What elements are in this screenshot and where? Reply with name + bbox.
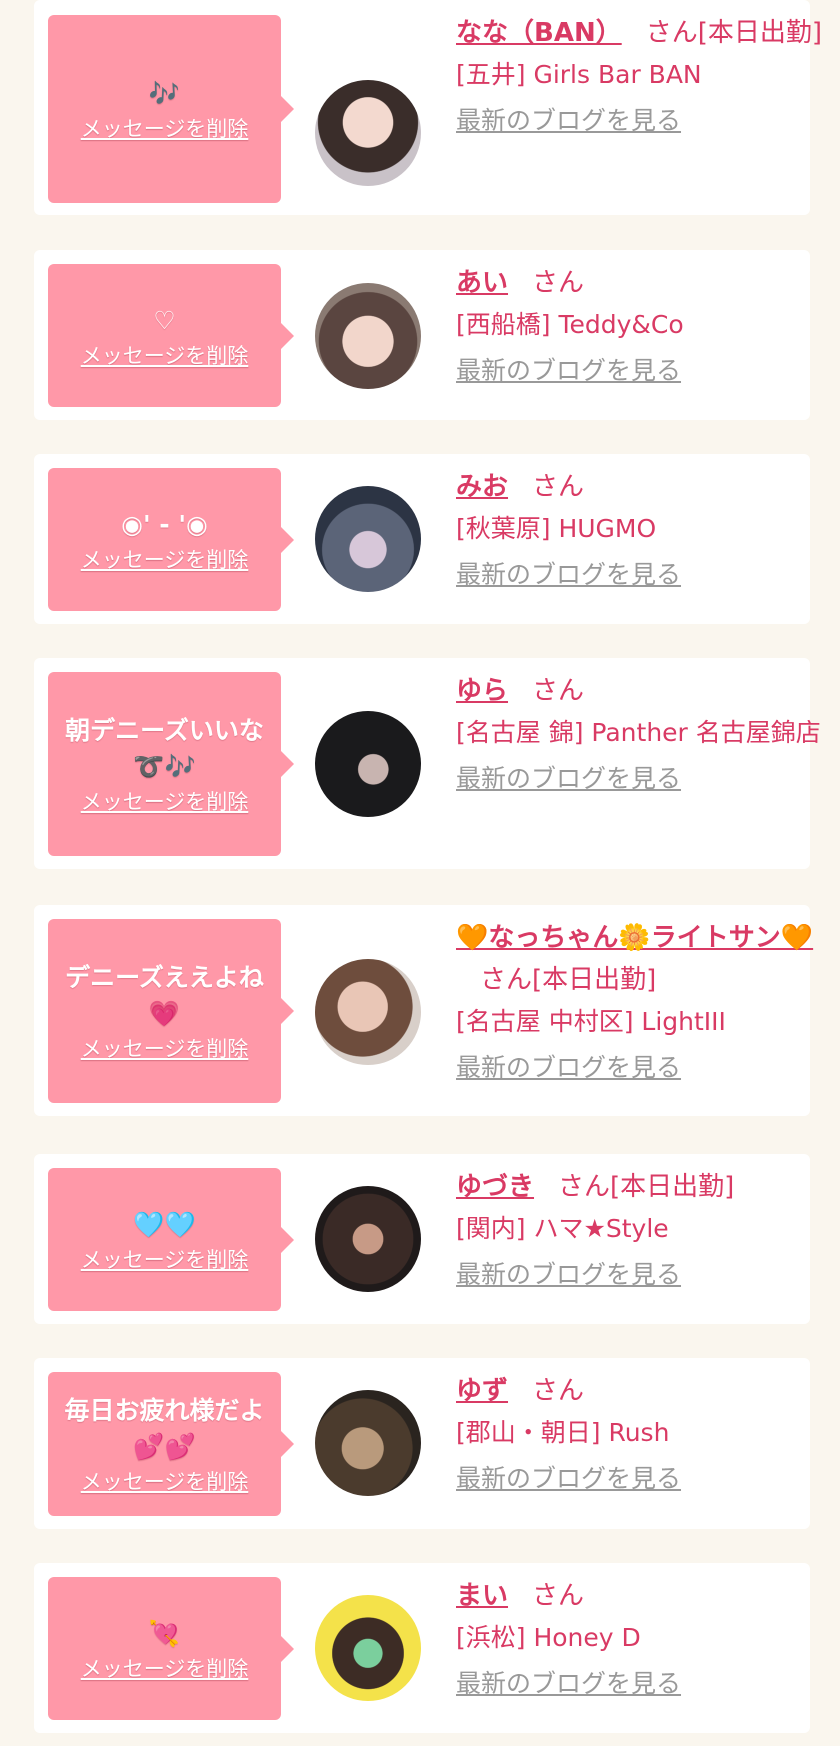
cast-info: みお さん [秋葉原] HUGMO 最新のブログを見る	[456, 466, 831, 594]
message-card: 🎶 メッセージを削除 なな（BAN） さん[本日出勤] [五井] Girls Ba…	[34, 0, 822, 215]
cast-info: なな（BAN） さん[本日出勤] [五井] Girls Bar BAN 最新のブロ…	[456, 12, 831, 140]
latest-blog-link[interactable]: 最新のブログを見る	[456, 1256, 681, 1294]
message-text: 朝デニーズいいな ➰🎶	[65, 716, 264, 781]
message-card: ◉' - '◉ メッセージを削除 みお さん [秋葉原] HUGMO 最新のブログ…	[34, 454, 810, 624]
message-text: 毎日お疲れ様だよ 💕💕	[64, 1396, 265, 1461]
cast-name-link[interactable]: なな（BAN）	[456, 18, 622, 48]
name-line: ゆず さん	[456, 1370, 831, 1412]
cast-info: あい さん [西船橋] Teddy&Co 最新のブログを見る	[456, 262, 831, 390]
message-text: 💘	[148, 1618, 181, 1648]
name-line: ゆづき さん[本日出勤]	[456, 1166, 831, 1208]
cast-name-link[interactable]: みお	[456, 472, 508, 502]
honorific-label: さん[本日出勤]	[645, 18, 822, 48]
message-card: デニーズええよね 💗 メッセージを削除 🧡なっちゃん🌼ライトサン🧡 さん[本日出勤…	[34, 905, 813, 1116]
shop-label: [名古屋 錦] Panther 名古屋錦店	[456, 718, 821, 747]
avatar[interactable]	[315, 80, 421, 186]
cast-name-link[interactable]: まい	[456, 1581, 508, 1611]
cast-info: ゆづき さん[本日出勤] [関内] ハマ★Style 最新のブログを見る	[456, 1166, 831, 1294]
honorific-label: さん	[532, 1376, 585, 1406]
delete-message-link[interactable]: メッセージを削除	[81, 1247, 249, 1273]
message-bubble: 🩵🩵 メッセージを削除	[48, 1168, 294, 1311]
name-line: ゆら さん	[456, 670, 831, 712]
latest-blog-link[interactable]: 最新のブログを見る	[456, 352, 681, 390]
message-card: 🩵🩵 メッセージを削除 ゆづき さん[本日出勤] [関内] ハマ★Style 最新…	[34, 1154, 810, 1324]
avatar[interactable]	[315, 959, 421, 1065]
message-text: ♡	[153, 305, 176, 335]
cast-name-link[interactable]: ゆら	[456, 676, 508, 706]
message-card: 💘 メッセージを削除 まい さん [浜松] Honey D 最新のブログを見る	[34, 1563, 810, 1733]
delete-message-link[interactable]: メッセージを削除	[81, 547, 249, 573]
latest-blog-link[interactable]: 最新のブログを見る	[456, 1049, 681, 1087]
avatar[interactable]	[315, 486, 421, 592]
avatar[interactable]	[315, 711, 421, 817]
delete-message-link[interactable]: メッセージを削除	[81, 1469, 249, 1495]
name-line: なな（BAN） さん[本日出勤]	[456, 12, 831, 54]
cast-info: ゆず さん [郡山・朝日] Rush 最新のブログを見る	[456, 1370, 831, 1498]
message-text: デニーズええよね 💗	[65, 963, 264, 1028]
cast-name-link[interactable]: ゆづき	[456, 1172, 534, 1202]
latest-blog-link[interactable]: 最新のブログを見る	[456, 1460, 681, 1498]
message-text: 🎶	[148, 79, 181, 108]
message-card: 朝デニーズいいな ➰🎶 メッセージを削除 ゆら さん [名古屋 錦] Panthe…	[34, 658, 821, 869]
message-bubble: ♡ メッセージを削除	[48, 264, 294, 407]
name-line: まい さん	[456, 1575, 831, 1617]
cast-info: ゆら さん [名古屋 錦] Panther 名古屋錦店 最新のブログを見る	[456, 670, 831, 798]
name-line: みお さん	[456, 466, 831, 508]
cast-name-link[interactable]: あい	[456, 268, 508, 298]
honorific-label: さん	[532, 1581, 585, 1611]
honorific-label: さん[本日出勤]	[480, 965, 657, 995]
shop-label: [秋葉原] HUGMO	[456, 514, 657, 543]
name-line: 🧡なっちゃん🌼ライトサン🧡 さん[本日出勤]	[456, 917, 831, 1001]
shop-label: [五井] Girls Bar BAN	[456, 60, 702, 89]
delete-message-link[interactable]: メッセージを削除	[81, 116, 249, 142]
avatar[interactable]	[315, 283, 421, 389]
shop-label: [名古屋 中村区] LightIII	[456, 1007, 726, 1036]
honorific-label: さん[本日出勤]	[558, 1172, 735, 1202]
cast-name-link[interactable]: ゆず	[456, 1376, 508, 1406]
avatar[interactable]	[315, 1595, 421, 1701]
message-bubble: 🎶 メッセージを削除	[48, 15, 294, 203]
delete-message-link[interactable]: メッセージを削除	[81, 1036, 249, 1062]
favorite-message-list: 🎶 メッセージを削除 なな（BAN） さん[本日出勤] [五井] Girls Ba…	[0, 0, 840, 1746]
message-card: 毎日お疲れ様だよ 💕💕 メッセージを削除 ゆず さん [郡山・朝日] Rush 最…	[34, 1358, 810, 1529]
name-line: あい さん	[456, 262, 831, 304]
message-bubble: ◉' - '◉ メッセージを削除	[48, 468, 294, 611]
latest-blog-link[interactable]: 最新のブログを見る	[456, 1665, 681, 1703]
delete-message-link[interactable]: メッセージを削除	[81, 789, 249, 815]
message-text: ◉' - '◉	[121, 509, 208, 539]
honorific-label: さん	[532, 676, 585, 706]
honorific-label: さん	[532, 472, 585, 502]
avatar[interactable]	[315, 1186, 421, 1292]
cast-name-link[interactable]: 🧡なっちゃん🌼ライトサン🧡	[456, 923, 813, 953]
cast-info: まい さん [浜松] Honey D 最新のブログを見る	[456, 1575, 831, 1703]
message-text: 🩵🩵	[133, 1209, 196, 1239]
shop-label: [郡山・朝日] Rush	[456, 1418, 670, 1447]
shop-label: [関内] ハマ★Style	[456, 1214, 669, 1243]
delete-message-link[interactable]: メッセージを削除	[81, 1656, 249, 1682]
avatar[interactable]	[315, 1390, 421, 1496]
delete-message-link[interactable]: メッセージを削除	[81, 343, 249, 369]
message-bubble: デニーズええよね 💗 メッセージを削除	[48, 919, 294, 1103]
cast-info: 🧡なっちゃん🌼ライトサン🧡 さん[本日出勤] [名古屋 中村区] LightIII…	[456, 917, 831, 1087]
shop-label: [浜松] Honey D	[456, 1623, 641, 1652]
message-bubble: 💘 メッセージを削除	[48, 1577, 294, 1720]
message-card: ♡ メッセージを削除 あい さん [西船橋] Teddy&Co 最新のブログを見る	[34, 250, 810, 420]
latest-blog-link[interactable]: 最新のブログを見る	[456, 760, 681, 798]
message-bubble: 毎日お疲れ様だよ 💕💕 メッセージを削除	[48, 1372, 294, 1516]
message-bubble: 朝デニーズいいな ➰🎶 メッセージを削除	[48, 672, 294, 856]
latest-blog-link[interactable]: 最新のブログを見る	[456, 556, 681, 594]
shop-label: [西船橋] Teddy&Co	[456, 310, 684, 339]
latest-blog-link[interactable]: 最新のブログを見る	[456, 102, 681, 140]
honorific-label: さん	[532, 268, 585, 298]
